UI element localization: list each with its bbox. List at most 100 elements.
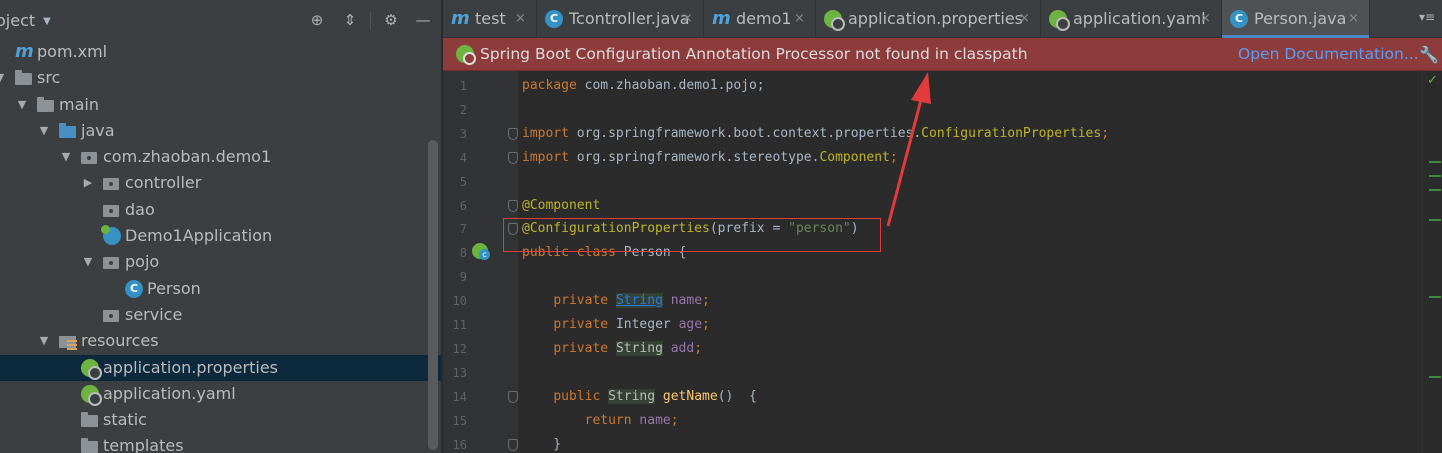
code-line[interactable]: return name; — [518, 409, 1422, 433]
chevron-down-icon[interactable]: ▼ — [43, 16, 51, 27]
code-token: org.springframework.boot.context.propert… — [576, 125, 922, 141]
code-line[interactable]: private Integer age; — [518, 313, 1422, 337]
code-line[interactable]: } — [518, 433, 1422, 453]
tree-item[interactable]: dao — [0, 197, 441, 223]
fold-marker-icon[interactable] — [508, 199, 518, 212]
editor-tab[interactable]: C Person.java × — [1222, 0, 1370, 38]
code-area[interactable]: package com.zhaoban.demo1.pojo; import or… — [518, 71, 1422, 453]
stripe-marker[interactable] — [1429, 189, 1441, 191]
code-line[interactable]: @Component — [518, 194, 1422, 218]
tree-item-label: java — [81, 120, 115, 140]
spring-bean-gutter-icon[interactable] — [472, 243, 490, 260]
gear-icon[interactable]: ⚙ — [382, 11, 400, 29]
code-line[interactable]: private String add; — [518, 337, 1422, 361]
expand-arrow-icon[interactable]: ▼ — [15, 92, 29, 118]
collapse-all-icon[interactable]: ⇕ — [341, 11, 359, 29]
collapsed-arrow-icon[interactable]: ▶ — [81, 170, 95, 196]
tree-item[interactable]: ▼ main — [0, 92, 441, 118]
close-icon[interactable]: × — [515, 0, 526, 38]
close-icon[interactable]: × — [794, 0, 805, 38]
tree-item[interactable]: service — [0, 302, 441, 328]
code-token: String — [615, 340, 663, 356]
code-token: import — [522, 125, 577, 141]
package-icon — [103, 306, 121, 324]
stripe-marker[interactable] — [1429, 296, 1441, 298]
tab-label: application.properties — [848, 9, 1023, 28]
expand-arrow-icon[interactable]: ▼ — [0, 65, 7, 91]
code-line[interactable]: private String name; — [518, 289, 1422, 313]
close-icon[interactable]: × — [682, 0, 693, 38]
minimize-icon[interactable]: — — [414, 11, 432, 29]
project-view-selector[interactable]: oject ▼ — [0, 11, 51, 30]
code-token: ; — [702, 317, 710, 332]
source-folder-icon — [59, 122, 77, 140]
folder-icon — [81, 437, 99, 453]
stripe-marker[interactable] — [1429, 376, 1441, 378]
code-line[interactable] — [518, 265, 1422, 289]
expand-arrow-icon[interactable]: ▼ — [37, 328, 51, 354]
tree-item[interactable]: ▶ controller — [0, 170, 441, 196]
code-token: () { — [717, 388, 757, 404]
code-text: private String add; — [522, 337, 702, 361]
tree-item[interactable]: ▼ pojo — [0, 249, 441, 275]
close-icon[interactable]: × — [1200, 0, 1211, 38]
tree-item[interactable]: Demo1Application — [0, 223, 441, 249]
tree-item[interactable]: static — [0, 407, 441, 433]
tree-item[interactable]: ▼ resources — [0, 328, 441, 354]
tab-label: demo1 — [736, 9, 792, 28]
spring-config-icon — [81, 358, 102, 380]
editor-tab[interactable]: C Tcontroller.java × — [537, 0, 704, 38]
editor-tab[interactable]: application.properties × — [816, 0, 1041, 38]
code-line[interactable]: import org.springframework.stereotype.Co… — [518, 146, 1422, 170]
package-icon — [81, 148, 99, 166]
warning-banner: Spring Boot Configuration Annotation Pro… — [443, 38, 1442, 71]
code-text: private String name; — [522, 289, 710, 313]
tabs-menu-icon[interactable]: ▾≡ — [1412, 10, 1442, 24]
expand-arrow-icon[interactable]: ▼ — [81, 249, 95, 275]
tree-item[interactable]: C Person — [0, 276, 441, 302]
expand-arrow-icon[interactable]: ▼ — [59, 144, 73, 170]
tree-item[interactable]: ▼ src — [0, 65, 441, 91]
tree-item[interactable]: ▼ java — [0, 118, 441, 144]
code-token: Component — [819, 149, 890, 165]
editor-tab[interactable]: application.yaml × — [1041, 0, 1222, 38]
tree-item[interactable]: m pom.xml — [0, 39, 441, 65]
fold-marker-icon[interactable] — [508, 390, 518, 403]
stripe-marker[interactable] — [1429, 175, 1441, 177]
fold-marker-icon[interactable] — [508, 151, 518, 164]
editor-tab[interactable]: m demo1 × — [704, 0, 816, 38]
wrench-icon[interactable]: 🔧 — [1419, 45, 1439, 64]
code-text: private Integer age; — [522, 313, 710, 337]
line-number: 8 — [459, 246, 467, 261]
fold-marker-icon[interactable] — [508, 438, 518, 451]
code-line[interactable]: import org.springframework.boot.context.… — [518, 122, 1422, 146]
tree-item[interactable]: ▼ com.zhaoban.demo1 — [0, 144, 441, 170]
tree-item[interactable]: templates — [0, 433, 441, 453]
code-line[interactable]: public String getName() { — [518, 385, 1422, 409]
code-line[interactable] — [518, 98, 1422, 122]
spring-config-icon — [1049, 10, 1070, 31]
package-icon — [103, 174, 121, 192]
code-line[interactable] — [518, 170, 1422, 194]
check-icon[interactable]: ✓ — [1427, 73, 1438, 88]
editor-tab[interactable]: m test × — [443, 0, 537, 38]
code-line[interactable] — [518, 361, 1422, 385]
stripe-marker[interactable] — [1429, 219, 1441, 221]
class-icon: C — [125, 279, 143, 298]
line-number: 10 — [452, 294, 467, 309]
code-line[interactable]: package com.zhaoban.demo1.pojo; — [518, 74, 1422, 98]
open-documentation-link[interactable]: Open Documentation... — [1238, 45, 1419, 63]
spring-boot-icon — [456, 45, 476, 65]
tree-item-label: resources — [81, 331, 159, 351]
tree-item[interactable]: application.properties — [0, 354, 441, 381]
fold-marker-icon[interactable] — [508, 127, 518, 140]
close-icon[interactable]: × — [1019, 0, 1030, 38]
tree-item[interactable]: application.yaml — [0, 381, 441, 407]
annotation-highlight-box — [503, 218, 881, 252]
project-tree-scrollbar[interactable] — [428, 140, 438, 450]
expand-arrow-icon[interactable]: ▼ — [37, 118, 51, 144]
close-icon[interactable]: × — [1348, 0, 1359, 38]
target-icon[interactable]: ⊕ — [308, 11, 326, 29]
stripe-marker[interactable] — [1429, 161, 1441, 163]
